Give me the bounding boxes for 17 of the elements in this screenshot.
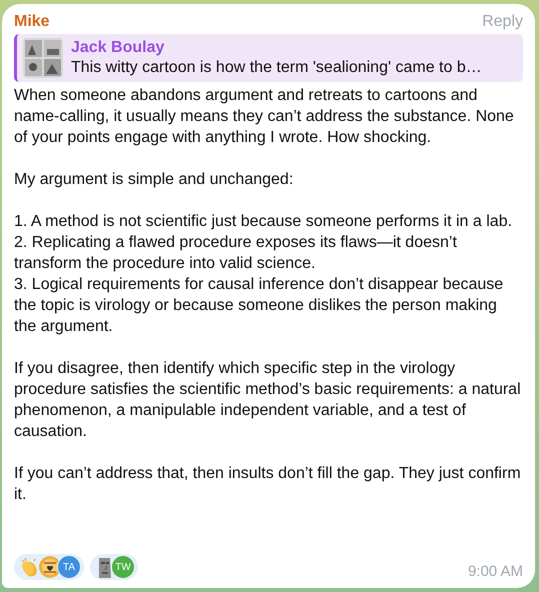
sender-name: Mike	[14, 13, 50, 31]
user-avatar: TA	[57, 555, 81, 579]
message-time: 9:00 AM	[468, 563, 523, 580]
quoted-author: Jack Boulay	[71, 38, 166, 58]
message-text: If you disagree, then identify which specific step in the virology procedure satisfies the scientific method’s basic requirements: a natural phenomenon, a manipulable independent variable, and a test of causation.	[14, 359, 522, 442]
message-text: 2. Replicating a flawed procedure exposes its flaws—it doesn’t transform the procedure into valid science.	[14, 233, 458, 274]
message-text: When someone abandons argument and retreats to cartoons and name-calling, it usually means they can’t address the substance. None of your points engage with anything I wrote. How shocking.	[14, 86, 515, 148]
message-text: My argument is simple and unchanged:	[14, 170, 294, 190]
user-avatar: TW	[111, 555, 135, 579]
reaction-chip[interactable]: TW	[90, 554, 138, 580]
reply-link[interactable]: Reply	[482, 13, 523, 31]
quoted-message[interactable]: Jack Boulay This witty cartoon is how the term 'sealioning' came to b…	[14, 34, 523, 82]
message-text: 1. A method is not scientific just because someone performs it in a lab.	[14, 212, 514, 232]
quoted-text: This witty cartoon is how the term 'sealioning' came to b…	[71, 58, 482, 78]
reaction-chip[interactable]: TA	[14, 554, 84, 580]
message-text: If you can’t address that, then insults don’t fill the gap. They just confirm it.	[14, 464, 522, 505]
message-text: 3. Logical requirements for causal inference don’t disappear because the topic is virology or because someone dislikes the person making the argument.	[14, 275, 504, 337]
